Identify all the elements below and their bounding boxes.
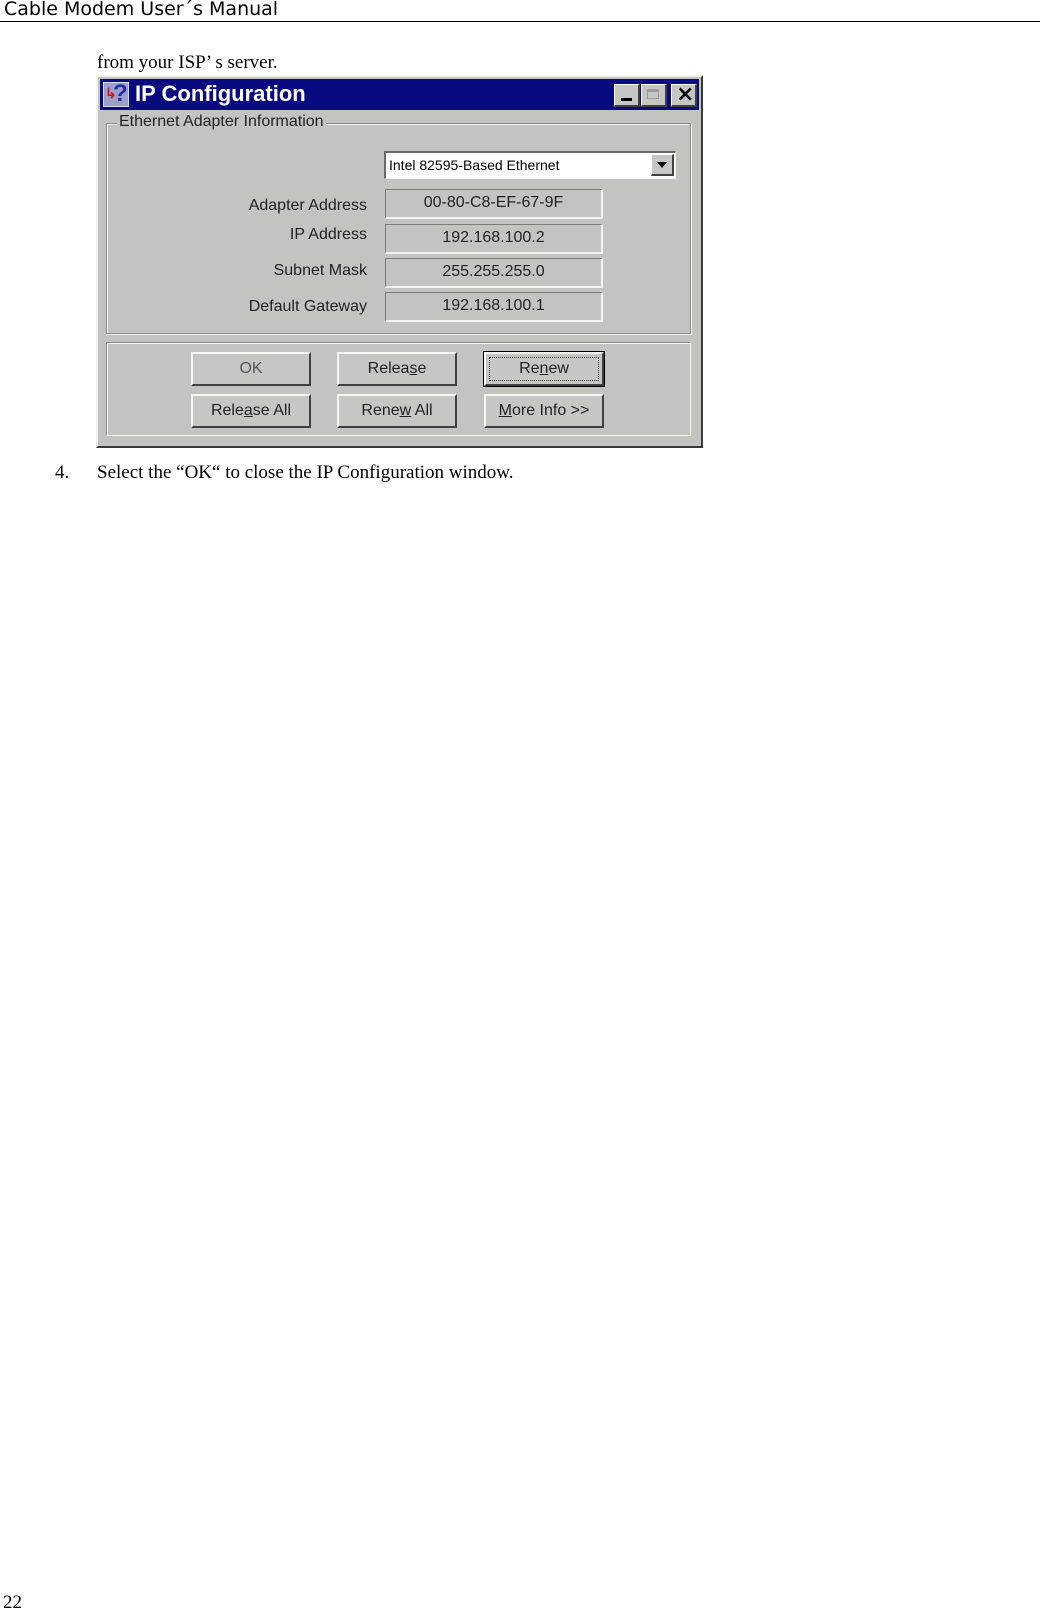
ok-button[interactable]: OK — [191, 352, 311, 386]
app-icon: ↳ ? — [103, 82, 129, 107]
label-part: ore Info >> — [511, 402, 590, 419]
close-button[interactable]: × — [671, 82, 697, 107]
dropdown-arrow-button[interactable] — [651, 154, 674, 176]
adapter-info-groupbox: Ethernet Adapter Information Intel 82595… — [106, 113, 691, 334]
groupbox-label: Ethernet Adapter Information — [117, 113, 326, 131]
step-text: Select the “OK“ to close the IP Configur… — [97, 462, 514, 483]
label-part: e — [417, 360, 427, 377]
field-label-subnet-mask: Subnet Mask — [273, 262, 367, 279]
more-info-button[interactable]: More Info >> — [484, 394, 604, 428]
label-part: Rene — [361, 402, 400, 419]
field-value-default-gateway: 192.168.100.1 — [385, 292, 603, 322]
renew-all-button[interactable]: Renew All — [337, 394, 457, 428]
focus-rect — [489, 357, 599, 381]
maximize-button[interactable] — [641, 84, 667, 107]
field-value-ip-address: 192.168.100.2 — [385, 224, 603, 254]
field-value-subnet-mask: 255.255.255.0 — [385, 258, 603, 288]
label-part: All — [411, 402, 433, 419]
adapter-select[interactable]: Intel 82595-Based Ethernet — [384, 151, 676, 179]
mnemonic: w — [399, 402, 412, 419]
button-panel: OK Release Renew Release All Renew All M… — [106, 342, 691, 436]
page-header-title: Cable Modem User´s Manual — [4, 0, 279, 20]
label-part: Relea — [367, 360, 410, 377]
label-part: Rele — [210, 402, 244, 419]
ip-configuration-window: ↳ ? IP Configuration × Ethernet Adapter … — [96, 75, 703, 448]
release-button[interactable]: Release — [337, 352, 457, 386]
intro-text: from your ISP’ s server. — [97, 52, 278, 73]
renew-button[interactable]: Renew — [483, 351, 605, 387]
field-label-adapter-address: Adapter Address — [248, 197, 367, 214]
minimize-button[interactable] — [614, 84, 640, 107]
label-part: se All — [252, 402, 292, 419]
header-rule — [0, 21, 1040, 22]
mnemonic: a — [243, 402, 253, 419]
window-title: IP Configuration — [135, 81, 306, 106]
ok-button-label: OK — [239, 360, 263, 377]
mnemonic: M — [498, 402, 512, 419]
field-label-default-gateway: Default Gateway — [248, 298, 367, 315]
title-bar[interactable]: ↳ ? IP Configuration × — [100, 79, 699, 110]
close-icon: × — [676, 82, 695, 107]
question-glyph: ? — [113, 82, 128, 107]
release-all-button[interactable]: Release All — [191, 394, 311, 428]
step-number: 4. — [55, 462, 70, 483]
field-value-adapter-address: 00-80-C8-EF-67-9F — [385, 189, 603, 219]
adapter-select-value: Intel 82595-Based Ethernet — [389, 157, 560, 173]
page-number: 22 — [3, 1592, 22, 1613]
field-label-ip-address: IP Address — [289, 226, 367, 243]
